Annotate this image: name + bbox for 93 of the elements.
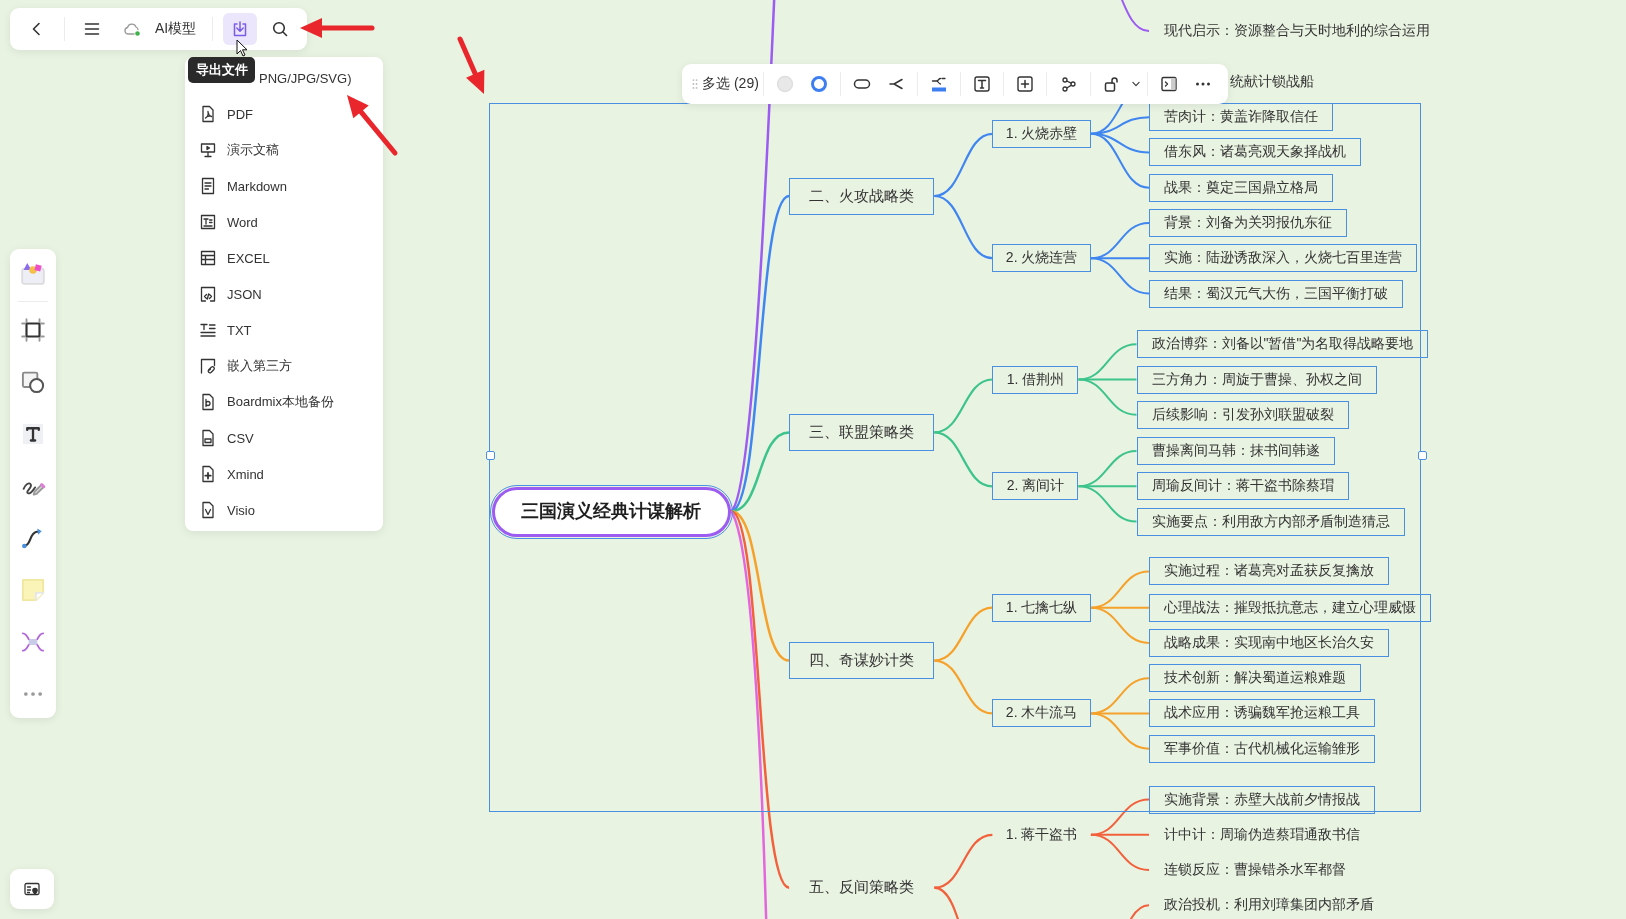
code-file-icon (199, 285, 217, 303)
side-panel-icon (1159, 75, 1178, 93)
menu-item[interactable]: 演示文稿 (185, 132, 383, 168)
annotation-arrow (347, 95, 398, 156)
unlock-icon (1102, 75, 1121, 93)
mindmap-node: 二、火攻战略类 (789, 177, 935, 215)
connector-line (934, 132, 993, 198)
resize-handle[interactable] (486, 451, 495, 460)
minimap-button[interactable] (10, 869, 54, 909)
node-label: 政治投机：利用刘璋集团内部矛盾 (1163, 895, 1375, 915)
mindmap-node: 实施过程：诸葛亮对孟获反复擒放 (1149, 557, 1389, 586)
node-label: 五、反间策略类 (808, 877, 916, 898)
menu-item[interactable]: TXT (185, 312, 383, 348)
mindmap-node: 军事价值：古代机械化运输雏形 (1149, 734, 1375, 763)
mindmap-node: 政治博弈：刘备以"暂借"为名取得战略要地 (1136, 330, 1429, 359)
mindmap-node: 实施：陆逊诱敌深入，火烧七百里连营 (1149, 244, 1417, 273)
mindmap-node: 借东风：诸葛亮观天象择战机 (1149, 138, 1361, 167)
templates-icon (20, 260, 46, 286)
nodes-icon (1059, 75, 1078, 93)
mindmap-node: 战术应用：诱骗魏军抢运粮工具 (1149, 699, 1375, 728)
mindmap-node: 战略成果：实现南中地区长治久安 (1149, 628, 1389, 657)
document-lines-icon (199, 177, 217, 195)
node-label: 现代启示：资源整合与天时地利的综合运用 (1163, 21, 1431, 41)
frame-icon (20, 317, 46, 343)
mindmap-node: 技术创新：解决蜀道运粮难题 (1149, 664, 1361, 693)
mindmap-node: 三方角力：周旋于曹操、孙权之间 (1136, 365, 1377, 394)
text-tool-icon (20, 421, 46, 447)
mindmap-node: 1. 七擒七纵 (992, 593, 1091, 622)
node-label: 统献计锁战船 (1229, 71, 1316, 91)
fill-color-icon (775, 75, 794, 93)
mindmap-node: 后续影响：引发孙刘联盟破裂 (1136, 400, 1349, 429)
text-box-icon (973, 75, 992, 93)
menu-item[interactable]: JSON (185, 276, 383, 312)
ai-model-label[interactable]: AI模型 (155, 20, 203, 38)
root-node: 三国演义经典计谋解析 (491, 487, 731, 538)
connector-line (934, 431, 993, 488)
mindmap-node: 实施要点：利用敌方内部矛盾制造猜忌 (1136, 507, 1405, 536)
mindmap-node: 2. 火烧连营 (992, 244, 1091, 273)
connector-line (934, 378, 993, 434)
mindmap-node: 三、联盟策略类 (789, 413, 935, 451)
pdf-document-icon (199, 105, 217, 123)
csv-file-icon (199, 429, 217, 447)
search-icon (271, 20, 290, 38)
shapes-icon (20, 369, 46, 395)
connector-line (934, 606, 993, 662)
node-label: 连锁反应：曹操错杀水军都督 (1163, 860, 1347, 879)
backup-file-icon (199, 393, 217, 411)
menu-item[interactable]: Visio (185, 492, 383, 528)
border-color-icon (810, 75, 828, 93)
node-label: 1. 蒋干盗书 (1004, 824, 1079, 844)
sticky-note-icon (20, 577, 46, 603)
tooltip: 导出文件 (188, 57, 255, 83)
map-card-icon (23, 880, 41, 898)
diagram-file-icon (199, 501, 217, 519)
mindmap-node: 战果：奠定三国鼎立格局 (1149, 173, 1333, 202)
spreadsheet-icon (199, 249, 217, 267)
add-box-icon (1016, 75, 1035, 93)
menu-item[interactable]: PNG/JPG/SVG) (259, 70, 352, 86)
connector-line (934, 659, 993, 715)
export-button[interactable] (223, 13, 258, 45)
mindmap-node: 曹操离间马韩：抹书间韩遂 (1136, 437, 1335, 466)
node-label: 计中计：周瑜伪造蔡瑁通敌书信 (1163, 824, 1361, 844)
plus-document-icon (199, 465, 217, 483)
more-icon (1193, 82, 1212, 86)
mindmap-node: 四、奇谋妙计类 (789, 642, 935, 680)
mindmap-node: 结果：蜀汉元气大伤，三国平衡打破 (1149, 279, 1403, 308)
layout-icon (930, 75, 949, 93)
menu-item[interactable]: Xmind (185, 456, 383, 492)
menu-item[interactable]: CSV (185, 420, 383, 456)
menu-icon (83, 20, 101, 38)
menu-item[interactable]: Boardmix本地备份 (185, 384, 383, 420)
menu-item[interactable]: PDF (185, 96, 383, 132)
menu-item[interactable]: Word (185, 204, 383, 240)
menu-item[interactable]: Markdown (185, 168, 383, 204)
more-tools-icon (24, 692, 42, 696)
menu-item[interactable]: EXCEL (185, 240, 383, 276)
word-document-icon (199, 213, 217, 231)
mindmap-node: 实施背景：赤壁大战前夕情报战 (1149, 785, 1375, 814)
mindmap-node: 周瑜反间计：蒋干盗书除蔡瑁 (1136, 472, 1349, 501)
mindmap-node: 2. 离间计 (992, 472, 1079, 501)
resize-handle[interactable] (1418, 451, 1427, 460)
menu-item[interactable]: 嵌入第三方 (185, 348, 383, 384)
connector-line (934, 194, 993, 260)
annotation-arrow (457, 36, 485, 94)
presentation-icon (199, 141, 217, 159)
mindmap-node: 1. 借荆州 (992, 365, 1079, 394)
text-lines-icon (199, 321, 217, 339)
mindmap-node: 心理战法：摧毁抵抗意志，建立心理威慑 (1149, 593, 1431, 622)
mindmap-node: 2. 木牛流马 (992, 699, 1091, 728)
multi-select-label: 多选 (29) (702, 75, 759, 93)
link-icon (199, 357, 217, 375)
mindmap-node: 背景：刘备为关羽报仇东征 (1149, 209, 1347, 237)
mindmap-node: 1. 火烧赤壁 (992, 119, 1091, 148)
